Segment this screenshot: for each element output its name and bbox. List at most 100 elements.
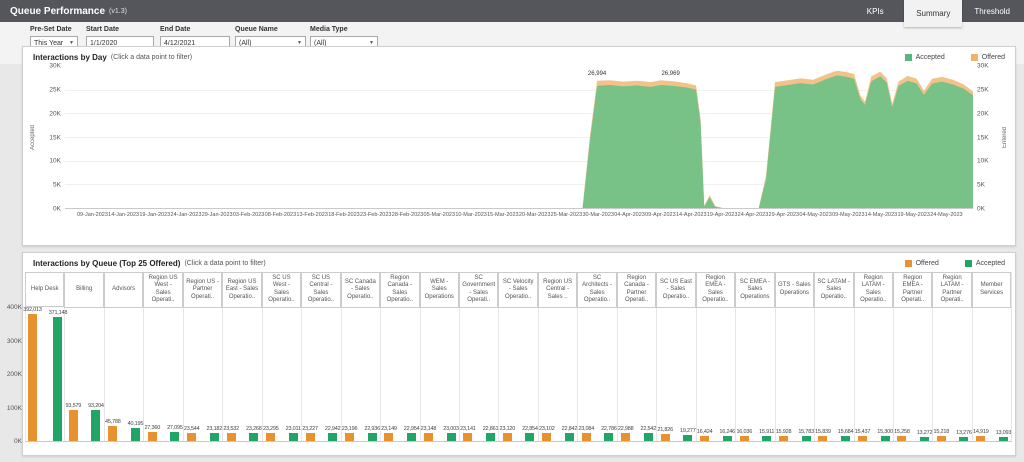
bar-group: 45,788 xyxy=(105,308,121,441)
accepted-bar[interactable] xyxy=(91,409,101,441)
accepted-bar[interactable] xyxy=(209,433,219,441)
offered-bar[interactable] xyxy=(147,431,157,441)
legend-item[interactable]: Offered xyxy=(970,54,1005,61)
accepted-bar[interactable] xyxy=(683,434,693,441)
queue-column: Region US Central - Sales .. 23,102 22,842 xyxy=(537,272,579,441)
offered-bar[interactable] xyxy=(621,433,631,441)
accepted-bar[interactable] xyxy=(130,427,140,441)
offered-bar[interactable] xyxy=(68,409,78,441)
accepted-bar[interactable] xyxy=(367,433,377,441)
bar-value-label: 22,854 xyxy=(522,426,538,433)
queue-header: WEM - Sales Operations xyxy=(419,272,459,308)
area-series[interactable] xyxy=(65,66,973,208)
bar-group: 22,954 xyxy=(404,308,420,441)
accepted-bar[interactable] xyxy=(604,433,614,441)
accepted-bar[interactable] xyxy=(446,433,456,441)
accepted-bar[interactable] xyxy=(959,436,969,441)
accepted-bar[interactable] xyxy=(801,435,811,441)
accepted-bar[interactable] xyxy=(407,433,417,441)
offered-bar[interactable] xyxy=(660,433,670,441)
legend-label: Offered xyxy=(915,260,939,267)
y-axis-tick: 200K xyxy=(6,371,22,378)
offered-bar[interactable] xyxy=(818,435,828,441)
accepted-bar[interactable] xyxy=(249,433,259,441)
legend-item[interactable]: Accepted xyxy=(904,54,945,61)
legend-item[interactable]: Accepted xyxy=(964,260,1005,267)
offered-bar[interactable] xyxy=(345,433,355,441)
offered-bar[interactable] xyxy=(305,433,315,441)
offered-bar[interactable] xyxy=(936,435,946,441)
x-axis-date: 28-Feb-2023 xyxy=(391,212,424,218)
accepted-bar[interactable] xyxy=(564,433,574,441)
day-area-chart[interactable]: 26,994 26,969 xyxy=(65,66,973,209)
queue-chart-title: Interactions by Queue (Top 25 Offered) xyxy=(33,259,181,268)
x-axis-date: 19-May-2023 xyxy=(897,212,930,218)
legend-item[interactable]: Offered xyxy=(904,260,939,267)
accepted-bar[interactable] xyxy=(288,433,298,441)
bar-group: 15,300 xyxy=(877,308,893,441)
bar-value-label: 15,928 xyxy=(775,428,792,435)
offered-bar[interactable] xyxy=(187,433,197,441)
accepted-bar[interactable] xyxy=(880,435,890,441)
bar-group: 15,684 xyxy=(838,308,854,441)
accepted-bar[interactable] xyxy=(525,433,535,441)
queue-bars: 15,258 13,272 xyxy=(894,308,933,441)
day-legend: Accepted Offered xyxy=(904,54,1005,61)
offered-bar[interactable] xyxy=(581,433,591,441)
bar-group: 93,579 xyxy=(66,308,81,441)
accepted-bar[interactable] xyxy=(53,316,63,441)
offered-bar[interactable] xyxy=(739,435,749,441)
queue-bars: 27,360 27,095 xyxy=(144,308,183,441)
offered-bar[interactable] xyxy=(266,433,276,441)
bar-group: 23,149 xyxy=(381,308,397,441)
queue-column: Region Canada - Partner Operati.. 22,988 2… xyxy=(616,272,658,441)
offered-bar[interactable] xyxy=(976,436,986,441)
offered-bar[interactable] xyxy=(542,433,552,441)
accepted-bar[interactable] xyxy=(722,435,732,441)
right-axis-ticks: 30K 25K 20K 15K 10K 5K 0K xyxy=(973,63,999,213)
offered-bar[interactable] xyxy=(857,435,867,441)
accepted-bar[interactable] xyxy=(170,431,180,441)
offered-bar[interactable] xyxy=(897,435,907,441)
bar-value-label: 13,276 xyxy=(956,429,972,436)
bar-value-label: 16,246 xyxy=(719,428,736,435)
accepted-bar[interactable] xyxy=(486,433,496,441)
bar-value-label: 15,783 xyxy=(798,428,814,435)
accepted-bar[interactable] xyxy=(328,433,338,441)
bar-value-label: 23,227 xyxy=(302,426,318,433)
offered-bar[interactable] xyxy=(27,314,37,441)
tab-summary[interactable]: Summary xyxy=(904,0,963,27)
queue-column: Region LATAM - Partner Operati.. 15,218 13… xyxy=(932,272,973,441)
offered-bar[interactable] xyxy=(779,435,789,441)
bar-group: 15,928 xyxy=(776,308,792,441)
x-axis-date: 20-Mar-2023 xyxy=(518,212,551,218)
start-date-label: Start Date xyxy=(86,26,120,33)
x-axis-date: 19-Apr-2023 xyxy=(706,212,738,218)
x-axis-date: 19-Jan-2023 xyxy=(139,212,171,218)
tab-kpis[interactable]: KPIs xyxy=(846,0,904,22)
bar-group: 14,919 xyxy=(973,308,989,441)
accepted-bar[interactable] xyxy=(643,433,653,441)
tab-threshold[interactable]: Threshold xyxy=(962,0,1022,22)
offered-bar[interactable] xyxy=(226,433,236,441)
x-axis-date: 08-Feb-2023 xyxy=(264,212,297,218)
bar-value-label: 14,919 xyxy=(972,429,989,436)
accepted-bar[interactable] xyxy=(998,436,1008,441)
accepted-bar[interactable] xyxy=(762,435,772,441)
offered-bar[interactable] xyxy=(108,425,118,441)
offered-bar[interactable] xyxy=(700,435,710,441)
x-axis-date: 29-Apr-2023 xyxy=(768,212,800,218)
legend-label: Accepted xyxy=(975,260,1005,267)
accepted-area[interactable] xyxy=(65,75,973,208)
x-axis-date: 23-Feb-2023 xyxy=(359,212,392,218)
offered-bar[interactable] xyxy=(384,433,394,441)
bar-group: 15,258 xyxy=(894,308,910,441)
offered-bar[interactable] xyxy=(502,433,512,441)
bar-value-label: 15,911 xyxy=(759,428,775,435)
accepted-bar[interactable] xyxy=(841,435,851,441)
queue-header: Region EMEA - Sales Operatio.. xyxy=(695,272,736,308)
bar-value-label: 27,360 xyxy=(144,424,161,431)
offered-bar[interactable] xyxy=(423,433,433,441)
offered-bar[interactable] xyxy=(463,433,473,441)
accepted-bar[interactable] xyxy=(920,436,929,441)
